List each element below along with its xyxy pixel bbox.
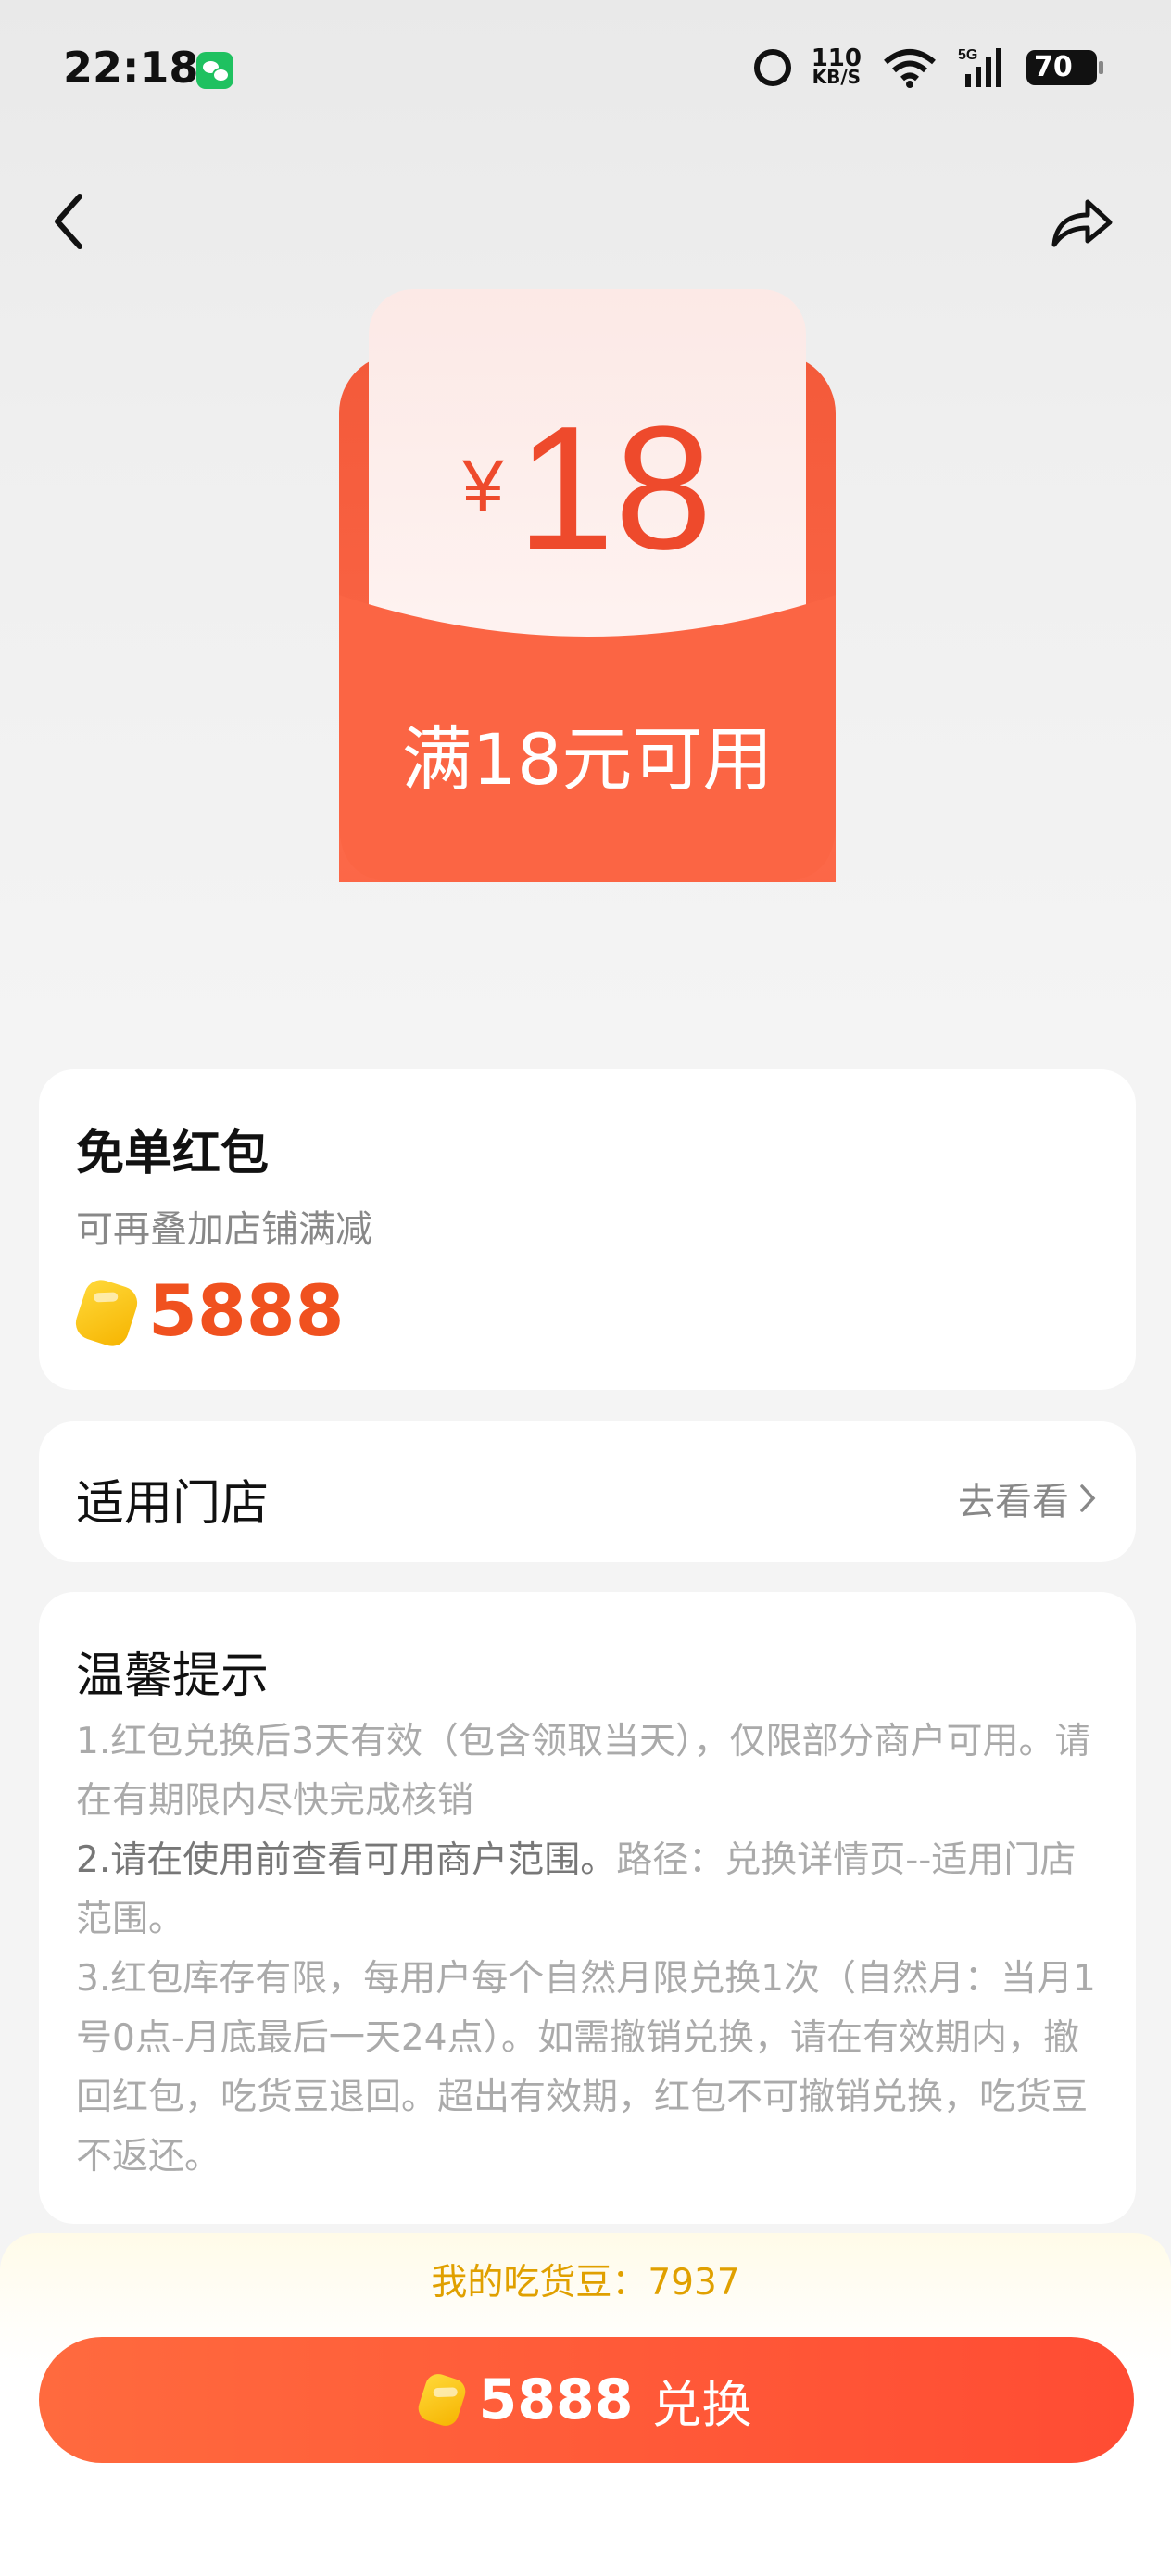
bean-icon bbox=[71, 1275, 142, 1351]
coupon-graphic: ¥18 满18元可用 bbox=[339, 289, 836, 882]
stores-row[interactable]: 适用门店 去看看 bbox=[39, 1421, 1136, 1562]
tip-1: 1.红包兑换后3天有效（包含领取当天），仅限部分商户可用。请在有期限内尽快完成核… bbox=[76, 1721, 1091, 1822]
svg-text:5G: 5G bbox=[958, 47, 977, 63]
coupon-condition: 满18元可用 bbox=[401, 718, 774, 801]
bean-icon bbox=[414, 2370, 469, 2430]
stores-title: 适用门店 bbox=[76, 1476, 270, 1532]
5g-signal-icon: 5G bbox=[958, 46, 1006, 89]
coupon-amount: ¥18 bbox=[339, 400, 836, 576]
coupon-value: 18 bbox=[516, 390, 712, 587]
share-icon bbox=[1051, 199, 1113, 247]
tips-body: 1.红包兑换后3天有效（包含领取当天），仅限部分商户可用。请在有期限内尽快完成核… bbox=[76, 1712, 1104, 2187]
wechat-icon bbox=[196, 52, 233, 89]
net-speed: 110 KB/S bbox=[811, 44, 862, 88]
tips-title: 温馨提示 bbox=[76, 1648, 270, 1704]
exchange-cost: 5888 bbox=[478, 2368, 634, 2432]
alarm-icon bbox=[753, 49, 791, 86]
tip-2: 2.请在使用前查看可用商户范围。路径：兑换详情页--适用门店范围。 bbox=[76, 1831, 1104, 1950]
exchange-label: 兑换 bbox=[651, 2375, 752, 2434]
back-button[interactable] bbox=[44, 182, 100, 261]
battery-icon: 70 bbox=[1026, 50, 1103, 85]
tip-3: 3.红包库存有限，每用户每个自然月限兑换1次（自然月：当月1号0点-月底最后一天… bbox=[76, 1958, 1096, 2178]
status-bar: 22:18 110 KB/S 5G 70 bbox=[0, 0, 1171, 139]
product-title: 免单红包 bbox=[76, 1126, 270, 1181]
wifi-icon bbox=[882, 47, 938, 88]
view-stores-label: 去看看 bbox=[958, 1481, 1069, 1523]
chevron-right-icon bbox=[1080, 1484, 1096, 1512]
view-stores-link[interactable]: 去看看 bbox=[958, 1471, 1097, 1525]
product-price: 5888 bbox=[148, 1269, 345, 1352]
share-button[interactable] bbox=[1045, 183, 1119, 258]
net-speed-unit: KB/S bbox=[812, 66, 862, 88]
tip-2-highlight: 2.请在使用前查看可用商户范围。 bbox=[76, 1839, 617, 1881]
my-beans-balance: 我的吃货豆：7937 bbox=[431, 2262, 740, 2304]
tips-card: 温馨提示 1.红包兑换后3天有效（包含领取当天），仅限部分商户可用。请在有期限内… bbox=[39, 1592, 1136, 2224]
status-icons: 110 KB/S 5G 70 bbox=[753, 44, 1103, 91]
coupon-currency: ¥ bbox=[462, 445, 504, 527]
chevron-left-icon bbox=[55, 194, 82, 249]
product-card: 免单红包 可再叠加店铺满减 5888 bbox=[39, 1069, 1136, 1390]
status-time: 22:18 bbox=[63, 43, 199, 93]
product-subtitle: 可再叠加店铺满减 bbox=[76, 1208, 372, 1251]
exchange-button[interactable]: 5888 兑换 bbox=[39, 2337, 1134, 2463]
net-speed-value: 110 bbox=[811, 44, 862, 72]
